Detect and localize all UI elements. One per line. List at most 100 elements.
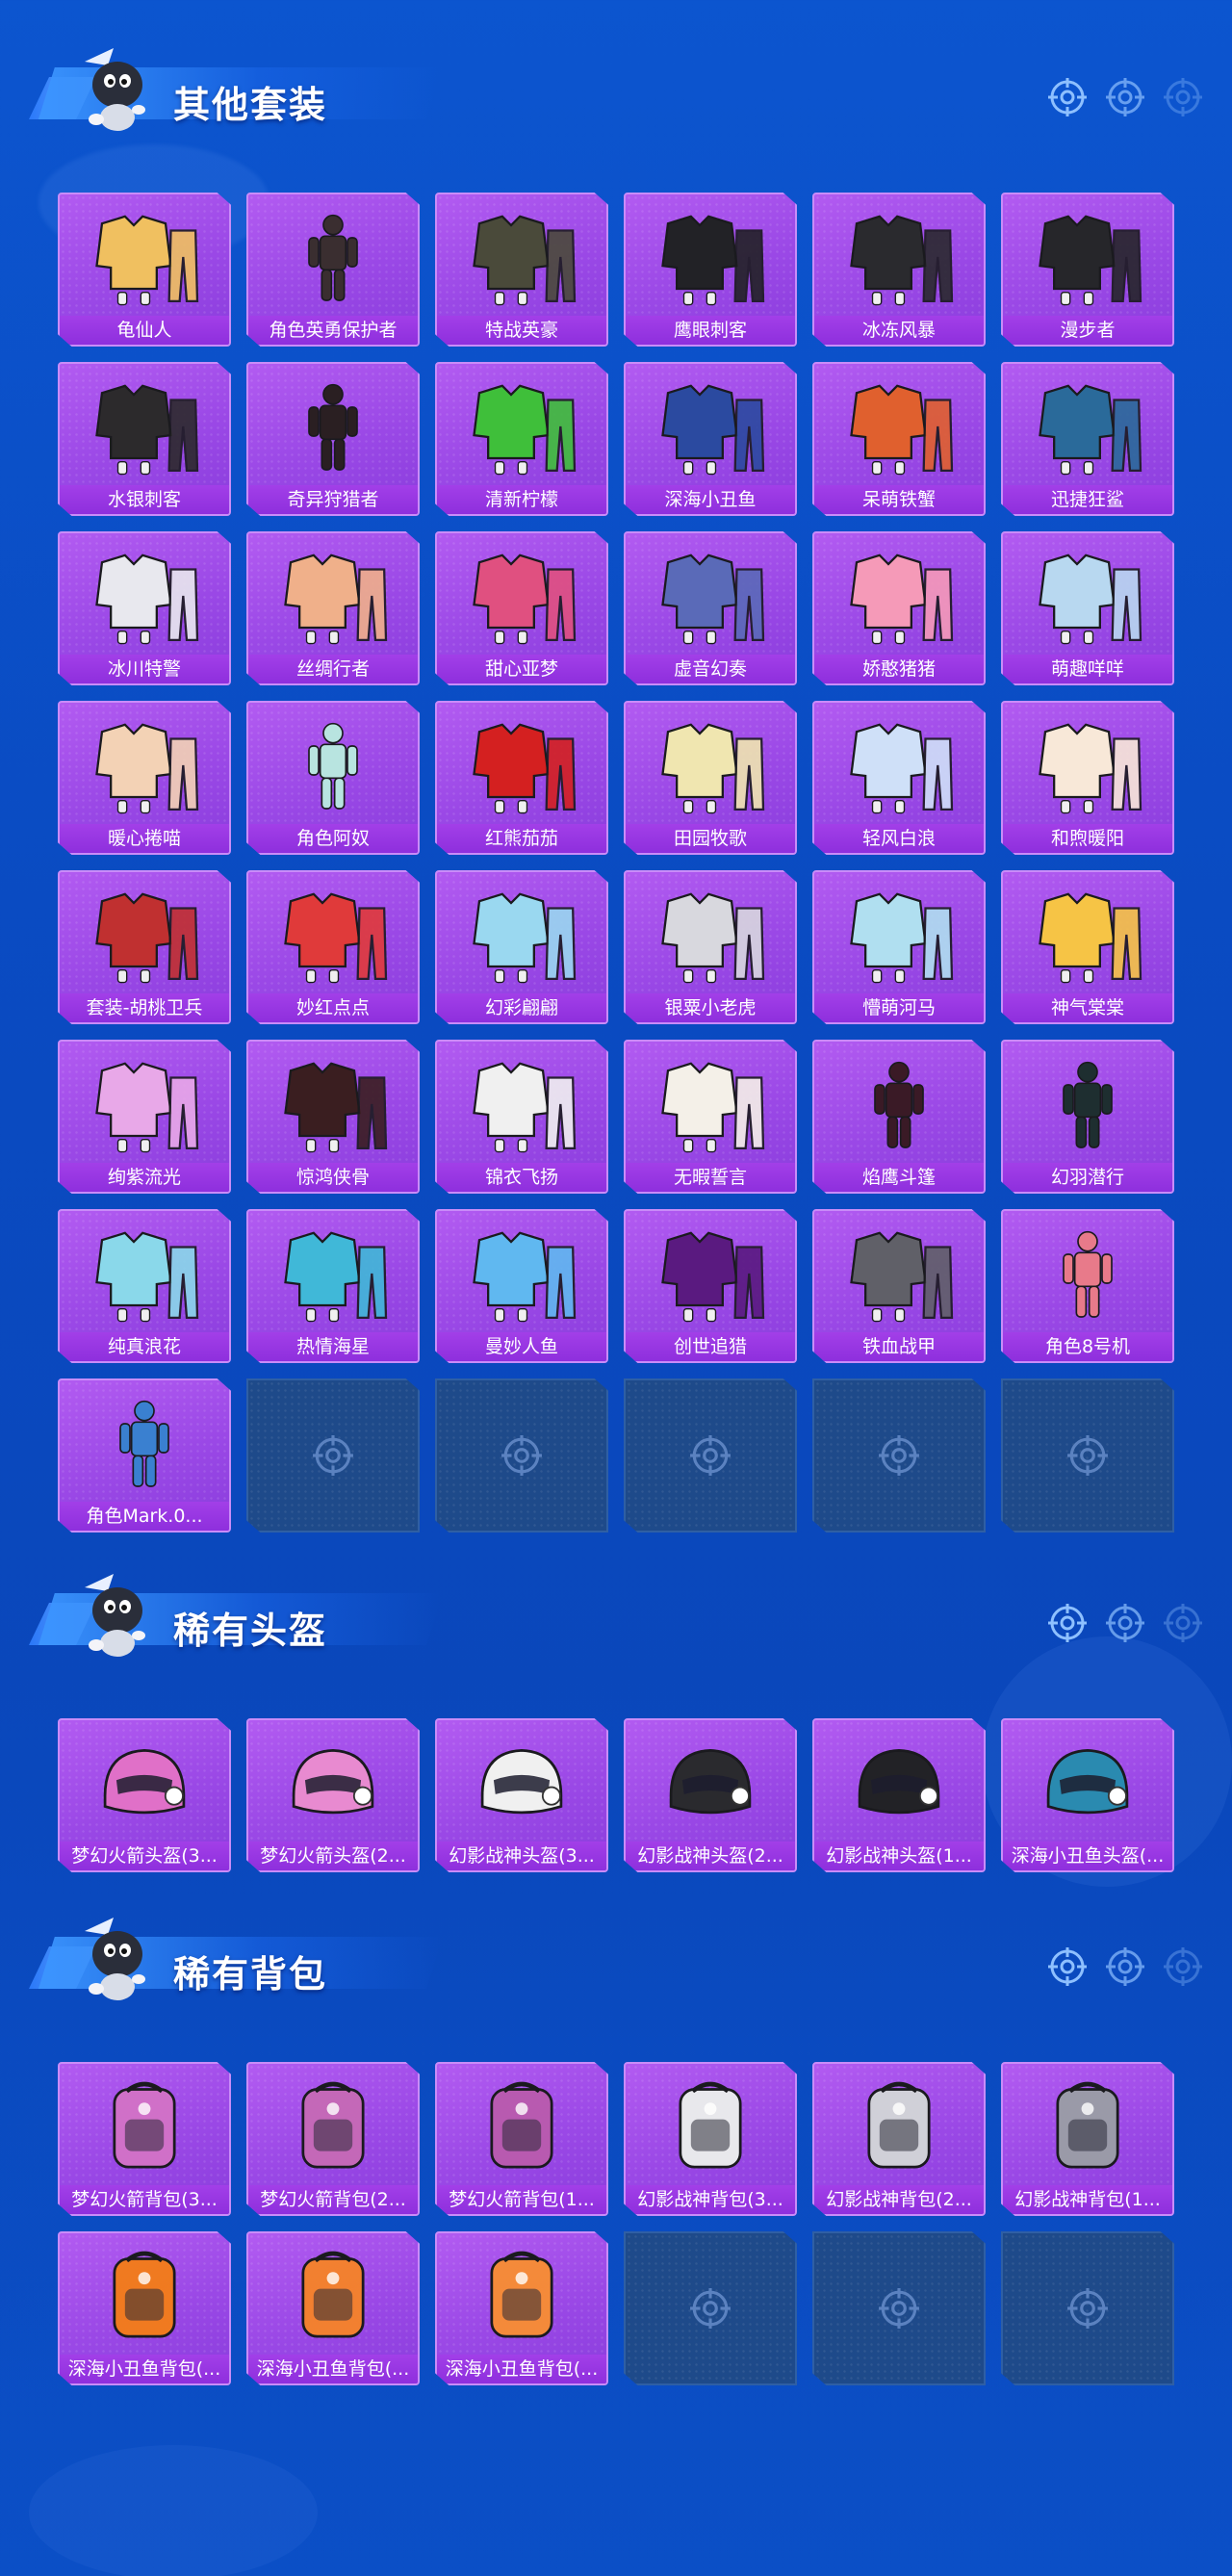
warrior-outfit-icon [248, 1042, 418, 1167]
item-label: 梦幻火箭头盔(2... [248, 1842, 418, 1870]
item-card[interactable]: 丝绸行者 [246, 531, 420, 685]
item-card[interactable]: 深海小丑鱼背包(... [435, 2231, 608, 2385]
item-card[interactable]: 龟仙人 [58, 193, 231, 347]
item-card[interactable]: 水银刺客 [58, 362, 231, 516]
item-label: 虚音幻奏 [626, 655, 795, 683]
item-card[interactable]: 无暇誓言 [624, 1040, 797, 1194]
item-card[interactable]: 角色8号机 [1001, 1209, 1174, 1363]
item-card[interactable]: 角色英勇保护者 [246, 193, 420, 347]
pastel-outfit-icon [437, 872, 606, 997]
crosshair-icon [500, 1434, 543, 1477]
item-label: 和煦暖阳 [1003, 824, 1172, 853]
item-card[interactable]: 幻彩翩翩 [435, 870, 608, 1024]
light-outfit-icon [1003, 533, 1172, 658]
item-card[interactable]: 虚音幻奏 [624, 531, 797, 685]
item-card[interactable]: 幻羽潜行 [1001, 1040, 1174, 1194]
item-card[interactable]: 幻影战神头盔(2... [624, 1718, 797, 1872]
item-card[interactable]: 奇异狩猎者 [246, 362, 420, 516]
item-card[interactable]: 套装-胡桃卫兵 [58, 870, 231, 1024]
item-label: 暖心捲喵 [60, 824, 229, 853]
item-card[interactable]: 梦幻火箭背包(1... [435, 2062, 608, 2216]
item-label: 深海小丑鱼背包(... [437, 2355, 606, 2383]
cat-outfit-icon [60, 703, 229, 828]
item-card[interactable]: 幻影战神背包(1... [1001, 2062, 1174, 2216]
item-card[interactable]: 梦幻火箭背包(3... [58, 2062, 231, 2216]
item-card[interactable]: 漫步者 [1001, 193, 1174, 347]
item-label: 角色阿奴 [248, 824, 418, 853]
tiger-outfit-icon [626, 872, 795, 997]
item-card[interactable]: 纯真浪花 [58, 1209, 231, 1363]
armor-figure-icon [248, 194, 418, 320]
sun-outfit-icon [1003, 703, 1172, 828]
item-card[interactable]: 懵萌河马 [812, 870, 986, 1024]
item-card[interactable]: 幻影战神头盔(1... [812, 1718, 986, 1872]
item-card[interactable]: 惊鸿侠骨 [246, 1040, 420, 1194]
item-card[interactable]: 迅捷狂鲨 [1001, 362, 1174, 516]
helmet-icon [626, 1720, 795, 1845]
item-card[interactable]: 冰川特警 [58, 531, 231, 685]
item-label: 奇异狩猎者 [248, 485, 418, 514]
item-card[interactable]: 田园牧歌 [624, 701, 797, 855]
empty-slot [1001, 1378, 1174, 1533]
item-card[interactable]: 梦幻火箭头盔(2... [246, 1718, 420, 1872]
backpack-icon [1003, 2064, 1172, 2189]
item-card[interactable]: 红熊茄茄 [435, 701, 608, 855]
item-card[interactable]: 曼妙人鱼 [435, 1209, 608, 1363]
item-label: 角色8号机 [1003, 1332, 1172, 1361]
item-card[interactable]: 幻影战神头盔(3... [435, 1718, 608, 1872]
item-card[interactable]: 创世追猎 [624, 1209, 797, 1363]
item-card[interactable]: 萌趣咩咩 [1001, 531, 1174, 685]
item-card[interactable]: 鹰眼刺客 [624, 193, 797, 347]
pink-outfit-icon [814, 533, 984, 658]
item-card[interactable]: 和煦暖阳 [1001, 701, 1174, 855]
item-card[interactable]: 深海小丑鱼背包(... [246, 2231, 420, 2385]
colorful-outfit-icon [626, 364, 795, 489]
item-label: 套装-胡桃卫兵 [60, 993, 229, 1022]
item-card[interactable]: 梦幻火箭头盔(3... [58, 1718, 231, 1872]
item-grid: 梦幻火箭背包(3... 梦幻火箭背包(2... 梦幻火箭背包(1... 幻影战神… [58, 2062, 1174, 2385]
item-card[interactable]: 暖心捲喵 [58, 701, 231, 855]
item-card[interactable]: 焰鹰斗篷 [812, 1040, 986, 1194]
item-card[interactable]: 特战英豪 [435, 193, 608, 347]
item-label: 曼妙人鱼 [437, 1332, 606, 1361]
item-label: 深海小丑鱼背包(... [60, 2355, 229, 2383]
item-label: 绚紫流光 [60, 1163, 229, 1192]
item-card[interactable]: 轻风白浪 [812, 701, 986, 855]
item-card[interactable]: 梦幻火箭背包(2... [246, 2062, 420, 2216]
item-card[interactable]: 清新柠檬 [435, 362, 608, 516]
item-card[interactable]: 热情海星 [246, 1209, 420, 1363]
purple-outfit-icon [60, 1042, 229, 1167]
item-card[interactable]: 角色Mark.0... [58, 1378, 231, 1533]
item-card[interactable]: 甜心亚梦 [435, 531, 608, 685]
item-label: 迅捷狂鲨 [1003, 485, 1172, 514]
item-card[interactable]: 锦衣飞扬 [435, 1040, 608, 1194]
section-header: 稀有头盔 [29, 1564, 1203, 1661]
item-card[interactable]: 神气棠棠 [1001, 870, 1174, 1024]
light-outfit-icon [814, 703, 984, 828]
item-card[interactable]: 银粟小老虎 [624, 870, 797, 1024]
item-card[interactable]: 妙红点点 [246, 870, 420, 1024]
item-card[interactable]: 幻影战神背包(2... [812, 2062, 986, 2216]
item-card[interactable]: 深海小丑鱼背包(... [58, 2231, 231, 2385]
crosshair-icon [878, 2287, 920, 2330]
header-crosshair-icons [1047, 1603, 1203, 1643]
item-card[interactable]: 角色阿奴 [246, 701, 420, 855]
item-card[interactable]: 娇憨猪猪 [812, 531, 986, 685]
item-label: 甜心亚梦 [437, 655, 606, 683]
item-label: 幻羽潜行 [1003, 1163, 1172, 1192]
item-card[interactable]: 绚紫流光 [58, 1040, 231, 1194]
wedding-outfit-icon [626, 1042, 795, 1167]
item-card[interactable]: 深海小丑鱼头盔(... [1001, 1718, 1174, 1872]
section-other-outfits: 其他套装 龟仙人 角色英勇保护者 特战英豪 鹰眼刺客 冰冻风暴 漫步者 水银刺客… [0, 39, 1232, 1540]
item-card[interactable]: 铁血战甲 [812, 1209, 986, 1363]
item-label: 幻影战神头盔(3... [437, 1842, 606, 1870]
item-label: 角色英勇保护者 [248, 316, 418, 345]
backpack-icon [437, 2233, 606, 2358]
item-card[interactable]: 幻影战神背包(3... [624, 2062, 797, 2216]
header-crosshair-icons [1047, 77, 1203, 117]
item-card[interactable]: 呆萌铁蟹 [812, 362, 986, 516]
empty-slot [812, 2231, 986, 2385]
item-card[interactable]: 冰冻风暴 [812, 193, 986, 347]
item-card[interactable]: 深海小丑鱼 [624, 362, 797, 516]
item-grid: 龟仙人 角色英勇保护者 特战英豪 鹰眼刺客 冰冻风暴 漫步者 水银刺客 奇异狩猎… [58, 193, 1174, 1533]
